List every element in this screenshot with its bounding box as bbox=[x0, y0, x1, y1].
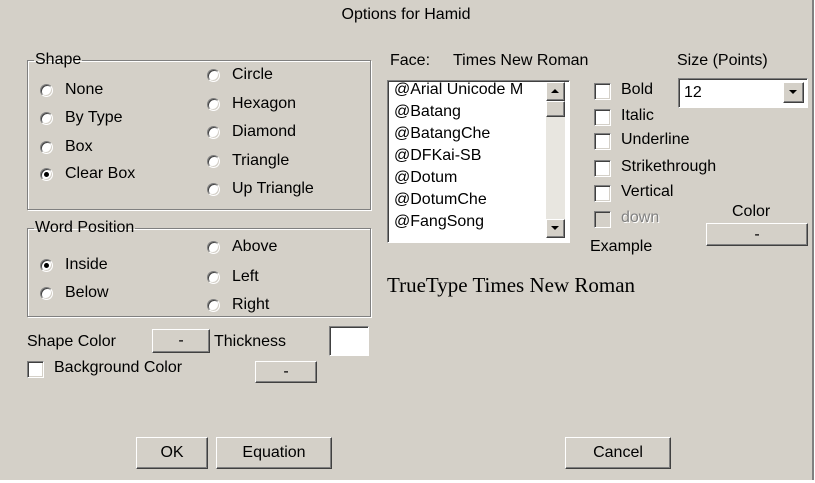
example-label: Example bbox=[590, 238, 653, 255]
checkbox-icon bbox=[594, 185, 611, 202]
color-button[interactable]: - bbox=[706, 223, 808, 246]
radio-circle-icon bbox=[207, 69, 220, 82]
checkbox-icon bbox=[594, 211, 611, 228]
radio-selected-icon bbox=[40, 259, 53, 272]
shape-group-legend: Shape bbox=[35, 51, 82, 68]
size-dropdown-button[interactable] bbox=[783, 82, 804, 103]
shape-color-label: Shape Color bbox=[27, 333, 116, 350]
font-list-item[interactable]: @FangSong bbox=[394, 213, 484, 231]
font-list-item[interactable]: @DotumChe bbox=[394, 191, 487, 209]
checkbox-icon bbox=[594, 83, 611, 100]
radio-circle-icon bbox=[40, 112, 53, 125]
word-position-legend: Word Position bbox=[35, 219, 135, 236]
font-list-item[interactable]: @Dotum bbox=[394, 169, 457, 187]
chevron-down-icon bbox=[789, 90, 797, 94]
face-value: Times New Roman bbox=[453, 52, 589, 69]
radio-circle-icon bbox=[207, 98, 220, 111]
size-value: 12 bbox=[684, 84, 702, 101]
checkbox-icon bbox=[594, 109, 611, 126]
radio-circle-icon bbox=[40, 287, 53, 300]
radio-circle-icon bbox=[207, 241, 220, 254]
thickness-input[interactable] bbox=[329, 326, 369, 356]
size-label: Size (Points) bbox=[677, 52, 768, 69]
example-preview: TrueType Times New Roman bbox=[387, 273, 636, 297]
equation-button[interactable]: Equation bbox=[216, 437, 332, 469]
background-color-button[interactable]: - bbox=[255, 361, 317, 383]
arrow-up-icon bbox=[551, 89, 559, 93]
shape-group: Shape bbox=[27, 52, 371, 210]
radio-circle-icon bbox=[40, 141, 53, 154]
face-label: Face: bbox=[390, 52, 431, 69]
arrow-down-icon bbox=[551, 226, 559, 230]
font-list-item[interactable]: @DFKai-SB bbox=[394, 147, 481, 165]
radio-circle-icon bbox=[207, 299, 220, 312]
font-list[interactable]: @Arial Unicode M @Batang @BatangChe @DFK… bbox=[387, 80, 570, 243]
radio-circle-icon bbox=[207, 271, 220, 284]
checkbox-icon bbox=[594, 160, 611, 177]
font-list-item[interactable]: @BatangChe bbox=[394, 125, 490, 143]
dialog-title: Options for Hamid bbox=[341, 6, 471, 23]
size-select[interactable]: 12 bbox=[678, 78, 808, 108]
thickness-label: Thickness bbox=[214, 333, 287, 350]
radio-circle-icon bbox=[207, 126, 220, 139]
radio-selected-icon bbox=[40, 168, 53, 181]
options-dialog: Options for Hamid Shape None By Type Box… bbox=[0, 0, 814, 480]
font-list-item[interactable]: @Arial Unicode M bbox=[394, 81, 523, 99]
font-list-scrollbar[interactable] bbox=[546, 82, 565, 238]
scroll-thumb[interactable] bbox=[546, 101, 565, 117]
scroll-down-button[interactable] bbox=[546, 219, 565, 238]
cancel-button[interactable]: Cancel bbox=[565, 437, 671, 469]
color-label: Color bbox=[732, 203, 771, 220]
radio-circle-icon bbox=[40, 84, 53, 97]
checkbox-icon bbox=[27, 361, 44, 378]
scroll-up-button[interactable] bbox=[546, 82, 565, 101]
shape-color-button[interactable]: - bbox=[152, 329, 210, 353]
radio-circle-icon bbox=[207, 155, 220, 168]
checkbox-icon bbox=[594, 133, 611, 150]
radio-circle-icon bbox=[207, 183, 220, 196]
ok-button[interactable]: OK bbox=[136, 437, 208, 469]
font-list-item[interactable]: @Batang bbox=[394, 103, 461, 121]
